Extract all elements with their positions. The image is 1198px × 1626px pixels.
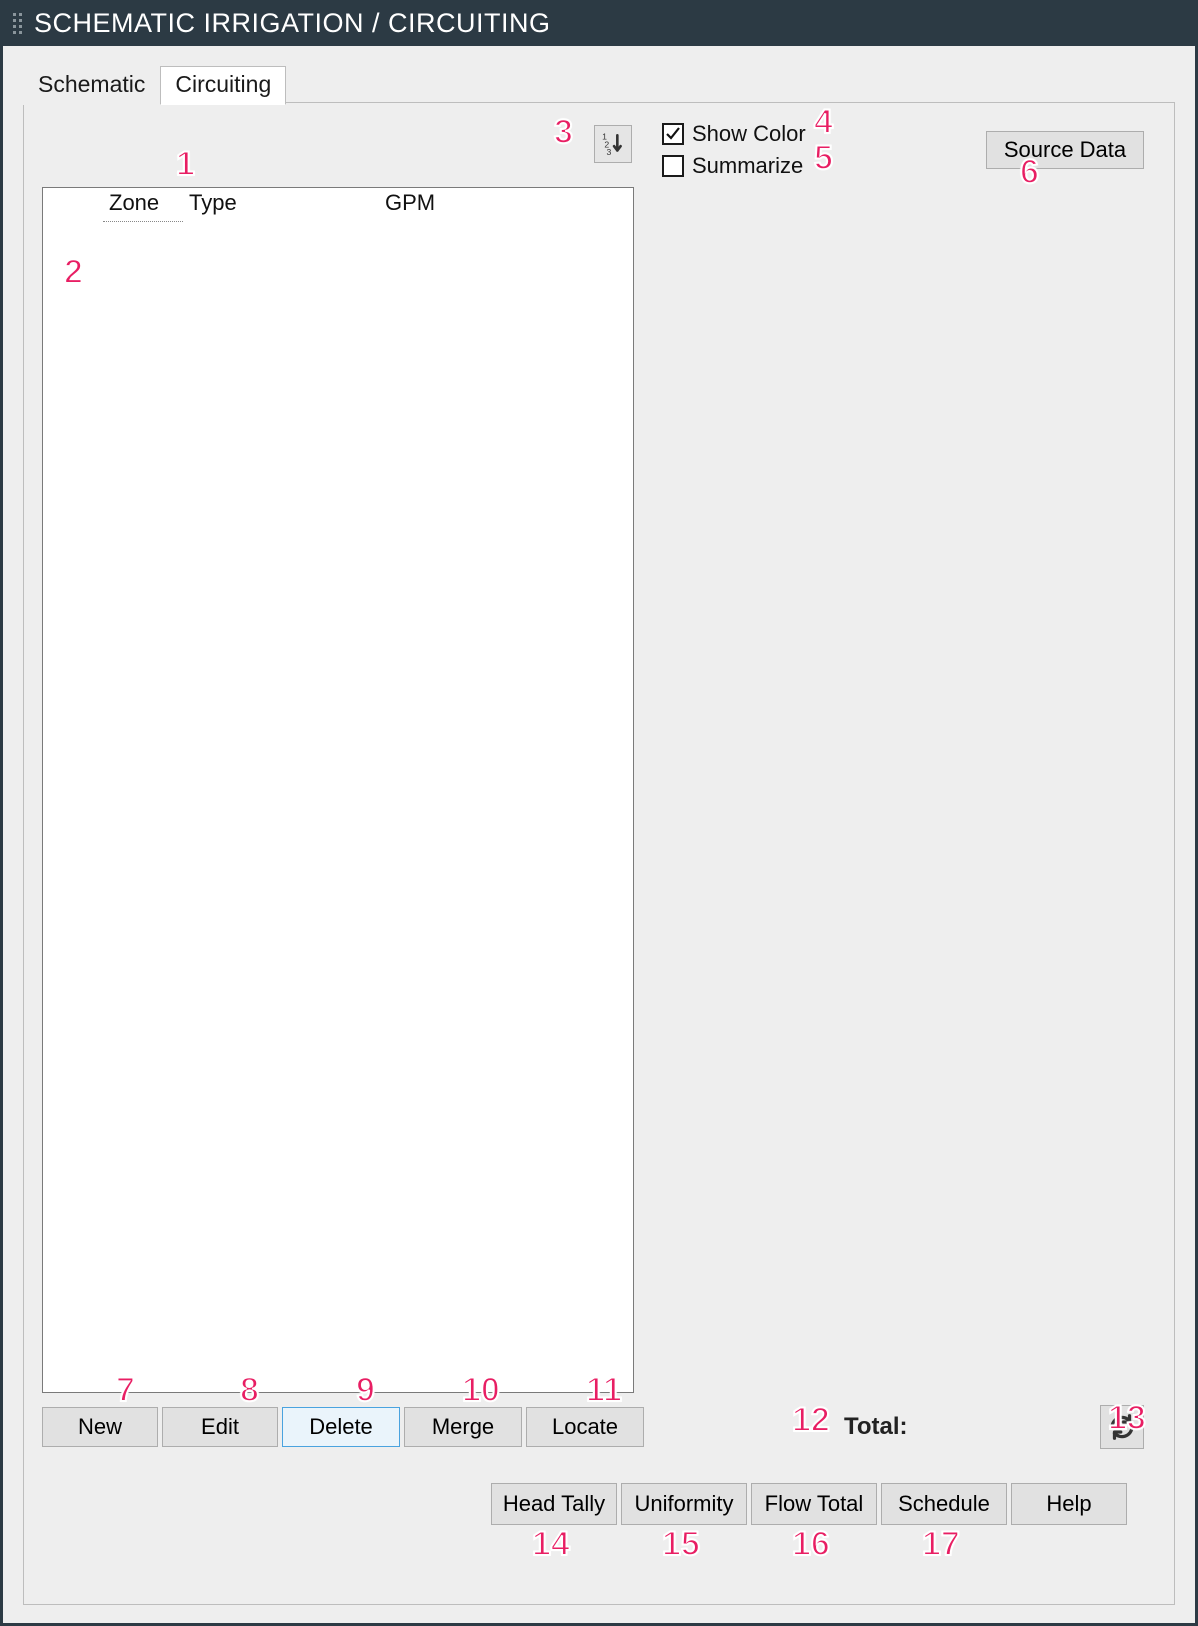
annotation-15: 15 bbox=[662, 1525, 700, 1564]
tab-panel-circuiting: 1 2 3 Show Color bbox=[23, 102, 1175, 1605]
edit-button[interactable]: Edit bbox=[162, 1407, 278, 1447]
total-label: Total: bbox=[844, 1413, 908, 1441]
grid-header: Zone Type GPM bbox=[43, 188, 633, 222]
annotation-16: 16 bbox=[792, 1525, 830, 1564]
summarize-checkbox[interactable] bbox=[662, 155, 684, 177]
tab-strip: Schematic Circuiting bbox=[23, 66, 286, 105]
grid-header-spacer bbox=[43, 188, 103, 222]
flow-total-button[interactable]: Flow Total bbox=[751, 1483, 877, 1525]
summarize-label: Summarize bbox=[692, 153, 803, 179]
tab-schematic[interactable]: Schematic bbox=[23, 66, 160, 105]
grid-header-zone[interactable]: Zone bbox=[103, 188, 183, 222]
show-color-label: Show Color bbox=[692, 121, 806, 147]
window-title: SCHEMATIC IRRIGATION / CIRCUITING bbox=[34, 8, 551, 39]
locate-button[interactable]: Locate bbox=[526, 1407, 644, 1447]
top-controls: 1 2 3 Show Color bbox=[24, 121, 1174, 191]
tab-circuiting[interactable]: Circuiting bbox=[160, 66, 286, 105]
schedule-button[interactable]: Schedule bbox=[881, 1483, 1007, 1525]
renumber-icon: 1 2 3 bbox=[600, 131, 626, 157]
source-data-button[interactable]: Source Data bbox=[986, 131, 1144, 169]
merge-button[interactable]: Merge bbox=[404, 1407, 522, 1447]
grip-icon bbox=[13, 13, 22, 34]
summarize-row: Summarize bbox=[662, 153, 806, 179]
zone-action-buttons: New Edit Delete Merge Locate bbox=[42, 1407, 644, 1447]
refresh-icon bbox=[1107, 1412, 1137, 1442]
grid-header-gpm[interactable]: GPM bbox=[379, 188, 489, 222]
annotation-17: 17 bbox=[922, 1525, 960, 1564]
show-color-row: Show Color bbox=[662, 121, 806, 147]
head-tally-button[interactable]: Head Tally bbox=[491, 1483, 617, 1525]
help-button[interactable]: Help bbox=[1011, 1483, 1127, 1525]
app-window: SCHEMATIC IRRIGATION / CIRCUITING Schema… bbox=[0, 0, 1198, 1626]
bottom-buttons: Head Tally Uniformity Flow Total Schedul… bbox=[491, 1483, 1144, 1525]
uniformity-button[interactable]: Uniformity bbox=[621, 1483, 747, 1525]
annotation-12: 12 bbox=[792, 1401, 830, 1440]
refresh-button[interactable] bbox=[1100, 1405, 1144, 1449]
titlebar: SCHEMATIC IRRIGATION / CIRCUITING bbox=[3, 0, 1195, 46]
grid-header-type[interactable]: Type bbox=[183, 188, 379, 222]
annotation-14: 14 bbox=[532, 1525, 570, 1564]
check-icon bbox=[665, 126, 681, 142]
zone-grid[interactable]: Zone Type GPM bbox=[42, 187, 634, 1393]
new-button[interactable]: New bbox=[42, 1407, 158, 1447]
renumber-button[interactable]: 1 2 3 bbox=[594, 125, 632, 163]
delete-button[interactable]: Delete bbox=[282, 1407, 400, 1447]
panel-body: Schematic Circuiting 1 2 3 bbox=[3, 46, 1195, 1623]
svg-text:3: 3 bbox=[607, 147, 612, 157]
show-color-checkbox[interactable] bbox=[662, 123, 684, 145]
checkbox-group: Show Color Summarize bbox=[662, 121, 806, 185]
